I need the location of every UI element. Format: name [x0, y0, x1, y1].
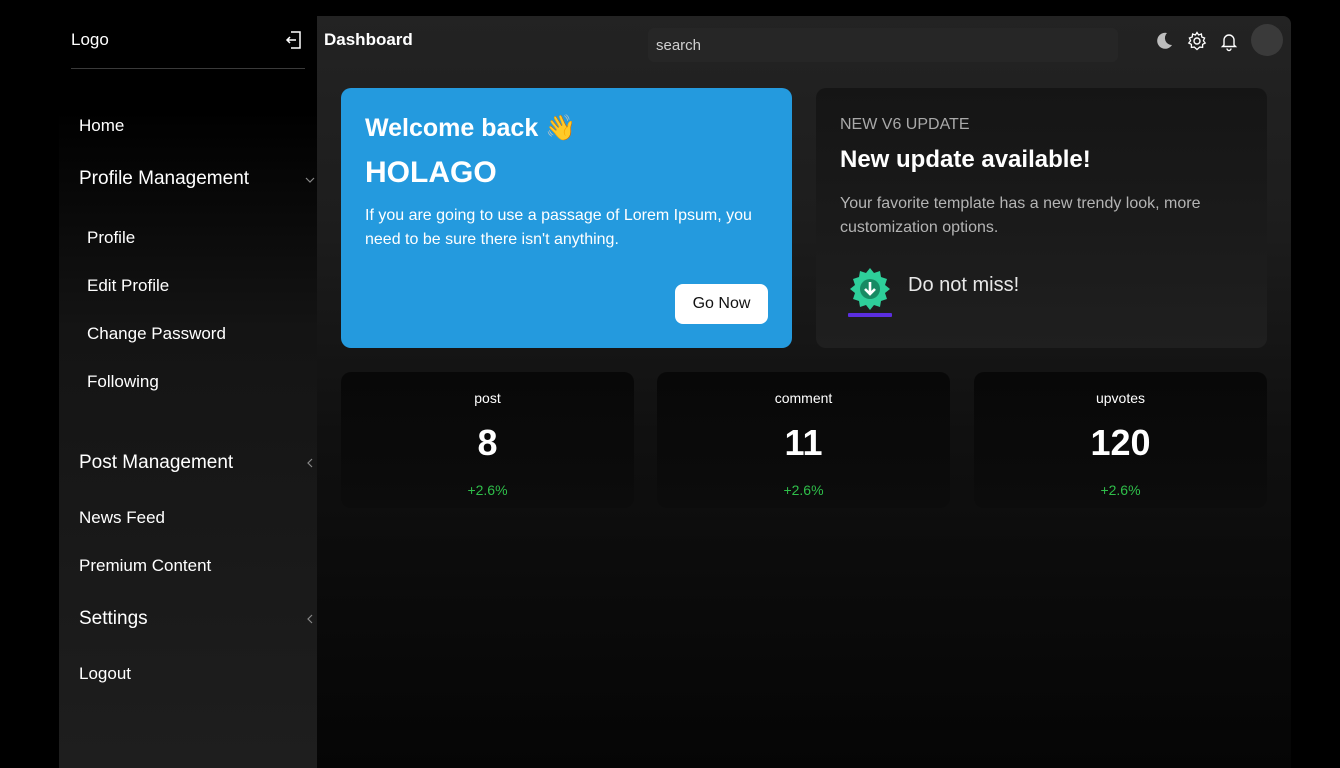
- update-text: Your favorite template has a new trendy …: [840, 195, 1201, 236]
- bell-icon[interactable]: [1218, 30, 1240, 52]
- logo: Logo: [71, 30, 109, 49]
- stat-label: upvotes: [1095, 390, 1146, 406]
- stat-value: 11: [784, 422, 823, 463]
- chevron-left-icon[interactable]: [305, 614, 315, 624]
- search-input[interactable]: [648, 28, 1118, 62]
- avatar[interactable]: [1251, 24, 1283, 56]
- stat-card-comment: comment 11 +2.6%: [657, 372, 950, 508]
- sidebar-divider: [71, 68, 305, 69]
- sidebar-group-post-management[interactable]: Post Management: [79, 452, 233, 474]
- sidebar-item-home[interactable]: Home: [79, 116, 124, 136]
- chevron-down-icon[interactable]: [305, 175, 315, 185]
- stat-card-upvotes: upvotes 120 +2.6%: [974, 372, 1267, 508]
- stat-value: 8: [477, 422, 498, 463]
- sidebar-group-profile-management[interactable]: Profile Management: [79, 168, 249, 190]
- sidebar-item-logout[interactable]: Logout: [79, 664, 131, 684]
- welcome-name: HOLAGO: [365, 156, 497, 189]
- sidebar-item-news-feed[interactable]: News Feed: [79, 508, 165, 528]
- logout-icon[interactable]: [285, 30, 303, 50]
- stat-value: 120: [1090, 422, 1151, 463]
- welcome-greeting: Welcome back 👋: [365, 114, 577, 142]
- stat-change: +2.6%: [467, 482, 508, 498]
- update-title: New update available!: [840, 146, 1091, 173]
- sidebar-group-settings[interactable]: Settings: [79, 608, 148, 630]
- stat-card-post: post 8 +2.6%: [341, 372, 634, 508]
- update-eyebrow: NEW V6 UPDATE: [840, 116, 970, 133]
- stat-change: +2.6%: [1100, 482, 1141, 498]
- sidebar-item-profile[interactable]: Profile: [87, 228, 135, 248]
- main-content: Dashboard Welcome back 👋 HOLAGO If you a…: [317, 16, 1291, 768]
- download-gear-icon: [848, 268, 892, 317]
- welcome-text: If you are going to use a passage of Lor…: [365, 207, 752, 248]
- stat-label: post: [474, 390, 501, 406]
- moon-icon[interactable]: [1153, 30, 1175, 52]
- update-cta: Do not miss!: [908, 274, 1020, 296]
- sidebar-item-premium-content[interactable]: Premium Content: [79, 556, 211, 576]
- sidebar-item-following[interactable]: Following: [87, 372, 159, 392]
- sidebar-item-change-password[interactable]: Change Password: [87, 324, 226, 344]
- sidebar-item-edit-profile[interactable]: Edit Profile: [87, 276, 169, 296]
- go-now-button[interactable]: Go Now: [675, 284, 768, 324]
- page-title: Dashboard: [324, 30, 413, 49]
- chevron-left-icon[interactable]: [305, 458, 315, 468]
- sidebar: Logo Home Profile Management Profile Edi…: [59, 0, 317, 768]
- gear-icon[interactable]: [1186, 30, 1208, 52]
- stat-change: +2.6%: [783, 482, 824, 498]
- update-card: NEW V6 UPDATE New update available! Your…: [816, 88, 1267, 348]
- welcome-card: Welcome back 👋 HOLAGO If you are going t…: [341, 88, 792, 348]
- stat-label: comment: [774, 390, 833, 406]
